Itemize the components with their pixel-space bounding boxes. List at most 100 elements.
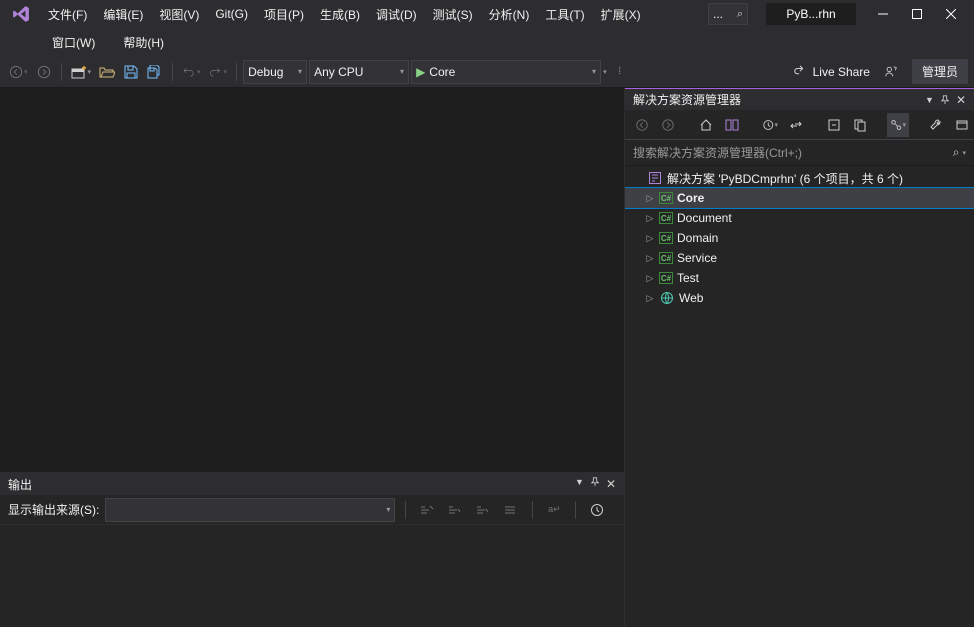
output-header[interactable]: 输出 ▼ ✕ xyxy=(0,473,624,495)
overflow-button[interactable]: ⁞ xyxy=(609,60,631,84)
maximize-button[interactable] xyxy=(900,1,934,27)
menu-test[interactable]: 测试(S) xyxy=(425,2,481,27)
menu-analyze[interactable]: 分析(N) xyxy=(481,2,538,27)
quick-launch-search[interactable]: ... ⌕ xyxy=(708,3,748,25)
view-code-button[interactable] xyxy=(951,113,973,137)
find-message-button[interactable] xyxy=(416,498,438,522)
menu-extensions[interactable]: 扩展(X) xyxy=(593,2,649,27)
start-icon: ▶ xyxy=(416,65,425,79)
output-toolbar: 显示输出来源(S): ▾ a↵ xyxy=(0,495,624,525)
project-domain[interactable]: ▷C#Domain xyxy=(625,228,974,248)
admin-badge[interactable]: 管理员 xyxy=(912,59,968,84)
menu-view[interactable]: 视图(V) xyxy=(151,2,207,27)
nav-forward-button[interactable] xyxy=(33,60,55,84)
pin-icon[interactable] xyxy=(590,477,600,491)
se-fwd-button[interactable] xyxy=(657,113,679,137)
project-document[interactable]: ▷C#Document xyxy=(625,208,974,228)
save-button[interactable] xyxy=(120,60,142,84)
pending-changes-button[interactable]: ▾ xyxy=(759,113,781,137)
new-project-button[interactable]: ▾ xyxy=(68,60,95,84)
menu-window[interactable]: 窗口(W) xyxy=(44,30,103,55)
main-area: 输出 ▼ ✕ 显示输出来源(S): ▾ xyxy=(0,88,974,627)
preview-selected-button[interactable]: ▾ xyxy=(887,113,909,137)
menu-build[interactable]: 生成(B) xyxy=(312,2,368,27)
liveshare-icon xyxy=(793,65,807,79)
undo-button[interactable]: ▾ xyxy=(179,60,204,84)
sync-button[interactable] xyxy=(785,113,807,137)
feedback-button[interactable] xyxy=(880,60,902,84)
titlebar: 文件(F) 编辑(E) 视图(V) Git(G) 项目(P) 生成(B) 调试(… xyxy=(0,0,974,56)
pin-icon[interactable] xyxy=(940,95,950,105)
close-button[interactable] xyxy=(934,1,968,27)
platform-combo[interactable]: Any CPU▾ xyxy=(309,60,409,84)
switch-views-button[interactable] xyxy=(721,113,743,137)
solution-explorer-header[interactable]: 解决方案资源管理器 ▼ ✕ xyxy=(625,88,974,110)
properties-button[interactable] xyxy=(925,113,947,137)
project-label: Core xyxy=(677,191,704,205)
expand-icon[interactable]: ▷ xyxy=(645,193,655,204)
project-web[interactable]: ▷ Web xyxy=(625,288,974,308)
project-label: Service xyxy=(677,251,717,265)
expand-icon[interactable]: ▷ xyxy=(645,273,655,284)
search-placeholder: 搜索解决方案资源管理器(Ctrl+;) xyxy=(633,144,802,161)
liveshare-label: Live Share xyxy=(813,65,870,79)
project-label: Test xyxy=(677,271,699,285)
close-icon[interactable]: ✕ xyxy=(956,93,966,107)
menu-file[interactable]: 文件(F) xyxy=(40,2,95,27)
web-project-icon xyxy=(659,291,675,305)
timestamp-button[interactable] xyxy=(586,498,608,522)
expand-icon[interactable]: ▷ xyxy=(645,253,655,264)
search-ellipsis: ... xyxy=(713,7,723,21)
output-source-combo[interactable]: ▾ xyxy=(105,498,395,522)
solution-explorer-search[interactable]: 搜索解决方案资源管理器(Ctrl+;) ⌕ ▾ xyxy=(625,140,974,166)
startup-project-combo[interactable]: ▶ Core▾ xyxy=(411,60,601,84)
redo-button[interactable]: ▾ xyxy=(206,60,231,84)
solution-root[interactable]: 解决方案 'PyBDCmprhn' (6 个项目，共 6 个) xyxy=(625,168,974,188)
startup-value: Core xyxy=(429,65,455,79)
se-back-button[interactable] xyxy=(631,113,653,137)
chevron-down-icon[interactable]: ▼ xyxy=(575,477,584,491)
nav-back-button[interactable]: ▾ xyxy=(6,60,31,84)
liveshare-button[interactable]: Live Share xyxy=(785,60,878,84)
expand-icon[interactable]: ▷ xyxy=(645,293,655,304)
configuration-combo[interactable]: Debug▾ xyxy=(243,60,307,84)
configuration-value: Debug xyxy=(248,65,283,79)
csharp-project-icon: C# xyxy=(659,192,673,204)
clear-button[interactable] xyxy=(500,498,522,522)
output-body[interactable] xyxy=(0,525,624,627)
next-message-button[interactable] xyxy=(472,498,494,522)
csharp-project-icon: C# xyxy=(659,272,673,284)
project-label: Document xyxy=(677,211,732,225)
open-file-button[interactable] xyxy=(96,60,118,84)
menu-git[interactable]: Git(G) xyxy=(207,3,256,25)
expand-icon[interactable]: ▷ xyxy=(645,233,655,244)
menu-debug[interactable]: 调试(D) xyxy=(368,2,425,27)
editor-area[interactable] xyxy=(0,88,624,472)
home-button[interactable] xyxy=(695,113,717,137)
solution-explorer-title: 解决方案资源管理器 xyxy=(633,91,741,108)
prev-message-button[interactable] xyxy=(444,498,466,522)
project-test[interactable]: ▷ C# Test xyxy=(625,268,974,288)
project-service[interactable]: ▷C#Service xyxy=(625,248,974,268)
solution-explorer-toolbar: ▾ ▾ xyxy=(625,110,974,140)
solution-tree[interactable]: 解决方案 'PyBDCmprhn' (6 个项目，共 6 个) ▷C#Core▷… xyxy=(625,166,974,627)
project-label: Domain xyxy=(677,231,718,245)
project-label: Web xyxy=(679,291,703,305)
collapse-all-button[interactable] xyxy=(823,113,845,137)
minimize-button[interactable] xyxy=(866,1,900,27)
menu-edit[interactable]: 编辑(E) xyxy=(95,2,151,27)
show-all-files-button[interactable] xyxy=(849,113,871,137)
expand-icon[interactable]: ▷ xyxy=(645,213,655,224)
menu-project[interactable]: 项目(P) xyxy=(256,2,312,27)
solution-explorer: 解决方案资源管理器 ▼ ✕ ▾ ▾ 搜索解决方案资 xyxy=(624,88,974,627)
word-wrap-button[interactable]: a↵ xyxy=(543,498,565,522)
close-icon[interactable]: ✕ xyxy=(606,477,616,491)
solution-icon xyxy=(647,171,663,185)
menu-tools[interactable]: 工具(T) xyxy=(537,2,592,27)
save-all-button[interactable] xyxy=(144,60,166,84)
output-source-label: 显示输出来源(S): xyxy=(8,501,99,518)
menu-help[interactable]: 帮助(H) xyxy=(115,30,172,55)
chevron-down-icon[interactable]: ▼ xyxy=(925,95,934,105)
project-core[interactable]: ▷ C# Core xyxy=(625,188,974,208)
search-icon: ⌕ xyxy=(737,8,743,21)
